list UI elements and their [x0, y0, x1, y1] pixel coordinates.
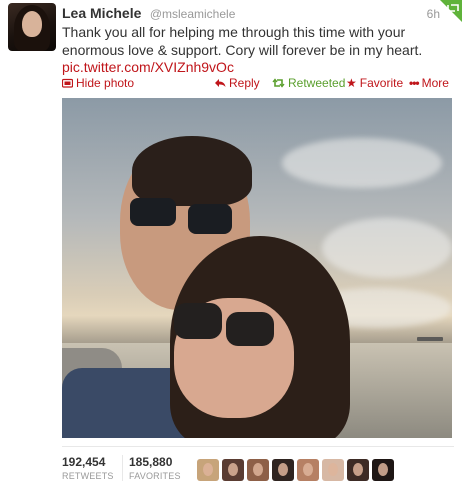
- tweet-photo[interactable]: [62, 98, 452, 438]
- favorite-button[interactable]: ★ Favorite: [346, 76, 403, 90]
- user-handle[interactable]: @msleamichele: [150, 7, 236, 21]
- favorites-count: 185,880: [129, 455, 173, 469]
- hide-photo-button[interactable]: Hide photo: [62, 76, 134, 90]
- favoriter-avatar[interactable]: [347, 459, 369, 481]
- ellipsis-icon: •••: [409, 76, 420, 90]
- favoriter-avatar[interactable]: [322, 459, 344, 481]
- distant-ship: [417, 337, 443, 341]
- star-icon: ★: [346, 76, 357, 90]
- man-hair: [132, 136, 252, 206]
- favoriter-avatar[interactable]: [197, 459, 219, 481]
- avatar[interactable]: [8, 3, 56, 51]
- sky-cloud: [282, 138, 442, 188]
- hide-photo-label: Hide photo: [76, 76, 135, 90]
- reply-arrow-icon: [215, 79, 226, 87]
- tweet-header: Lea Michele @msleamichele 6h: [62, 5, 454, 23]
- favoriter-avatar[interactable]: [222, 459, 244, 481]
- tweet: Lea Michele @msleamichele 6h Thank you a…: [0, 0, 462, 498]
- woman-sunglasses-left: [174, 303, 222, 339]
- retweeted-label: Retweeted: [288, 76, 346, 90]
- retweets-count: 192,454: [62, 455, 106, 469]
- retweet-icon: [272, 78, 285, 88]
- favoriter-avatar[interactable]: [272, 459, 294, 481]
- photo-link[interactable]: pic.twitter.com/XVIZnh9vOc: [62, 59, 234, 75]
- timestamp[interactable]: 6h: [427, 7, 440, 21]
- reply-label: Reply: [229, 76, 260, 90]
- favorites-stat[interactable]: 185,880 FAVORITES: [122, 455, 181, 481]
- user-name[interactable]: Lea Michele: [62, 5, 141, 21]
- favoriter-avatar[interactable]: [297, 459, 319, 481]
- tweet-actions: Hide photo Reply Retweeted ★ Favorite ••…: [62, 76, 454, 92]
- retweeted-button[interactable]: Retweeted: [272, 76, 345, 90]
- retweets-stat[interactable]: 192,454 RETWEETS: [62, 455, 114, 481]
- sky-cloud: [322, 218, 452, 278]
- favorites-label: FAVORITES: [129, 471, 181, 481]
- retweets-label: RETWEETS: [62, 471, 114, 481]
- more-label: More: [421, 76, 449, 90]
- man-sunglasses-right: [188, 204, 232, 234]
- favoriter-avatar[interactable]: [247, 459, 269, 481]
- avatar-face: [22, 11, 42, 37]
- favorite-label: Favorite: [359, 76, 404, 90]
- favoriters-avatars: [197, 459, 394, 481]
- more-button[interactable]: ••• More: [409, 76, 449, 90]
- woman-sunglasses-right: [226, 312, 274, 346]
- favoriter-avatar[interactable]: [372, 459, 394, 481]
- photo-icon: [62, 78, 73, 88]
- stats-divider: [62, 446, 454, 447]
- man-sunglasses-left: [130, 198, 176, 226]
- tweet-text: Thank you all for helping me through thi…: [62, 24, 423, 58]
- reply-button[interactable]: Reply: [214, 76, 260, 90]
